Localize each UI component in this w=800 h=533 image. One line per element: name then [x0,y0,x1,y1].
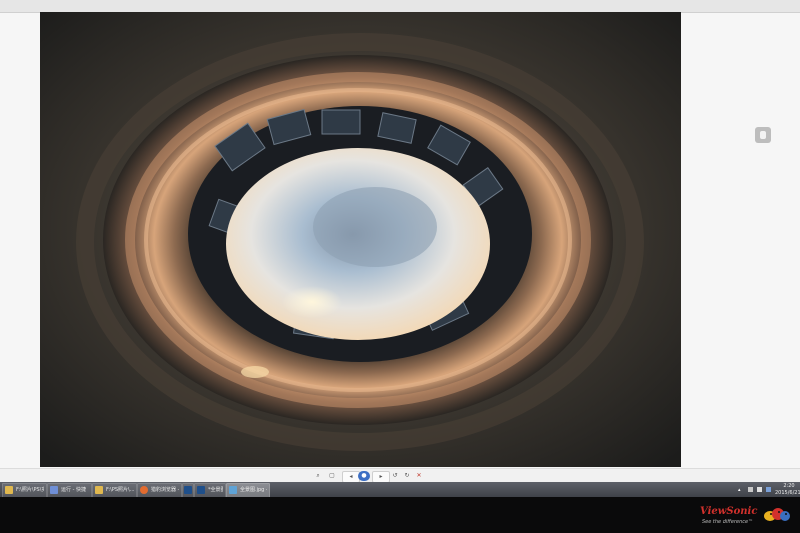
folder-icon [5,486,13,494]
app-icon [50,486,58,494]
monitor-bezel [0,497,800,533]
volume-icon[interactable] [757,487,762,492]
brand-slogan: See the difference™ [702,519,754,525]
taskbar-item-label: *全景图.psd @... [208,487,223,493]
taskbar-item-label: 全景图.jpg - 照... [240,487,267,493]
previous-icon: ◂ [349,473,353,480]
input-method-icon[interactable] [766,487,771,492]
taskbar-item-photoshop[interactable]: Ps [182,483,194,497]
viewer-toolbar: ⌕ ▢ ◂ ● ▸ ↺ ↻ ✕ [0,468,800,483]
taskbar-item-label: 运行 - 快捷 [61,487,86,493]
tiny-planet-image [40,12,681,467]
delete-button[interactable]: ✕ [414,471,424,481]
folder-icon [95,486,103,494]
network-icon[interactable] [748,487,753,492]
taskbar-item-label: F:\PS照片\... [106,487,134,493]
photoshop-icon [184,486,192,494]
side-panel-button[interactable] [755,127,771,143]
next-icon: ▸ [379,473,383,480]
taskbar-item-folder-1[interactable]: F:\照片\PS\实验 [2,483,47,497]
rotate-left-button[interactable]: ↺ [390,471,400,481]
clock-date[interactable]: 2015/6/21 [775,489,800,497]
fit-button[interactable]: ▢ [326,471,338,481]
taskbar-item-folder-2[interactable]: F:\PS照片\... [92,483,137,497]
monitor-screen: ⌕ ▢ ◂ ● ▸ ↺ ↻ ✕ F:\照片\PS\实验 运行 - 快捷 [0,0,800,497]
image-viewer-icon [229,486,237,494]
delete-icon: ✕ [416,472,422,479]
taskbar-item-psd[interactable]: *全景图.psd @... [194,483,226,497]
photoshop-icon [197,486,205,494]
rotate-right-icon: ↻ [404,472,410,479]
zoom-icon: ⌕ [316,472,320,479]
slideshow-icon: ● [361,472,367,479]
taskbar-item-label: F:\照片\PS\实验 [16,487,44,493]
tiny-planet-photo[interactable] [40,12,681,467]
page-icon [760,131,766,139]
taskbar-item-label: 猎豹浏览器 - 小生... [151,487,179,493]
arrow-up-icon[interactable]: ▴ [738,487,743,493]
window-title [320,0,480,12]
windows-taskbar: F:\照片\PS\实验 运行 - 快捷 F:\PS照片\... 猎豹浏览器 - … [0,482,800,497]
slideshow-button[interactable]: ● [358,471,370,481]
browser-icon [140,486,148,494]
rotate-right-button[interactable]: ↻ [402,471,412,481]
rotate-left-icon: ↺ [392,472,398,479]
taskbar-item-image-viewer[interactable]: 全景图.jpg - 照... [226,483,270,497]
taskbar-item-run[interactable]: 运行 - 快捷 [47,483,92,497]
zoom-button[interactable]: ⌕ [312,471,324,481]
fit-icon: ▢ [329,472,335,479]
brand-logo: ViewSonic [700,506,758,517]
system-tray: ▴ 2:20 2015/6/21 [735,482,800,497]
birds-logo-icon [763,506,791,524]
taskbar-item-browser[interactable]: 猎豹浏览器 - 小生... [137,483,182,497]
